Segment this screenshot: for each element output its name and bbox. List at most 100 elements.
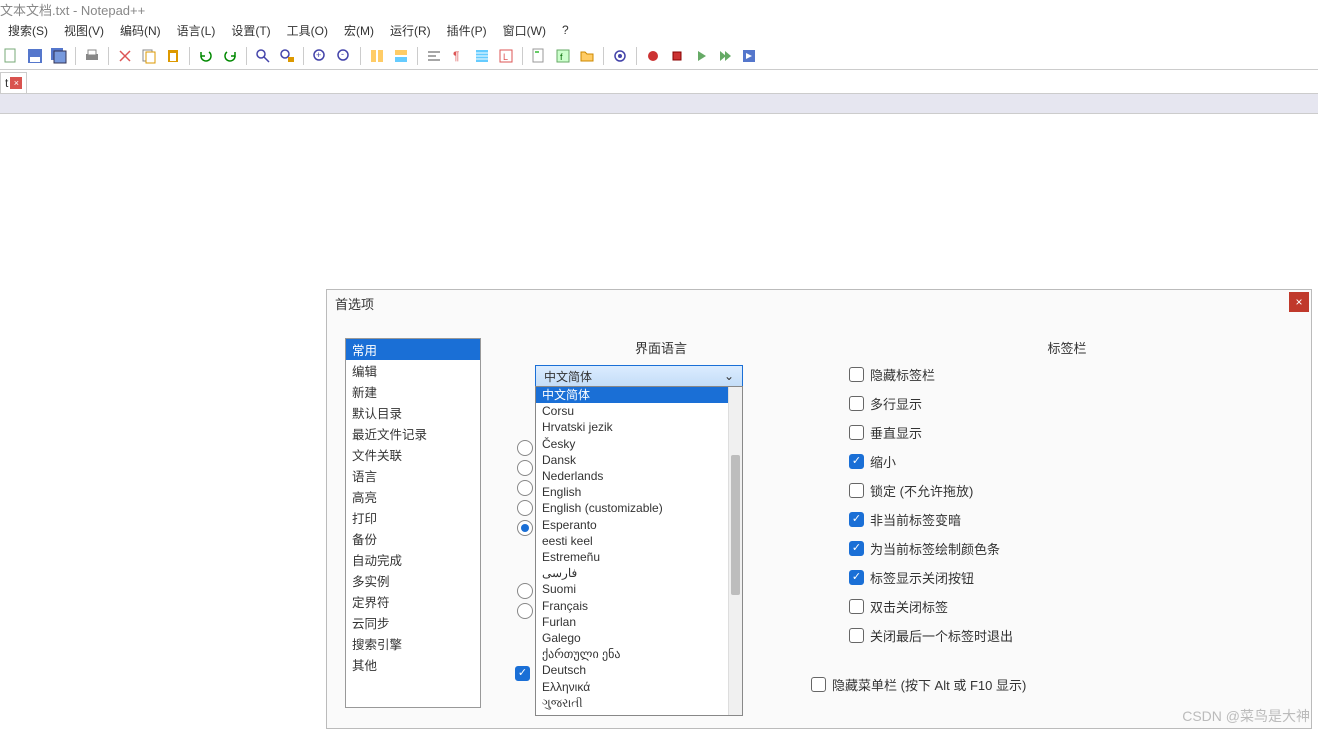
category-item[interactable]: 默认目录 (346, 402, 480, 423)
menu-window[interactable]: 窗口(W) (495, 20, 554, 41)
tabbar-option-checkbox[interactable] (849, 396, 864, 411)
toolbar-radio[interactable] (517, 460, 533, 476)
tabbar-option-checkbox[interactable] (849, 599, 864, 614)
stop-record-icon[interactable] (666, 45, 688, 67)
tabbar-option-checkbox[interactable] (849, 570, 864, 585)
category-item[interactable]: 最近文件记录 (346, 423, 480, 444)
scroll-thumb[interactable] (731, 455, 740, 595)
language-option[interactable]: 中文简体 (536, 387, 742, 403)
menu-encoding[interactable]: 编码(N) (112, 20, 169, 41)
play-icon[interactable] (690, 45, 712, 67)
close-icon[interactable]: × (1289, 292, 1309, 312)
language-option[interactable]: ગુજરાતી (536, 695, 742, 711)
sync-h-icon[interactable] (390, 45, 412, 67)
category-item[interactable]: 搜索引擎 (346, 633, 480, 654)
new-icon[interactable] (0, 45, 22, 67)
menu-settings[interactable]: 设置(T) (223, 20, 278, 41)
save-icon[interactable] (24, 45, 46, 67)
category-item[interactable]: 语言 (346, 465, 480, 486)
category-item[interactable]: 其他 (346, 654, 480, 675)
zoom-in-icon[interactable]: + (309, 45, 331, 67)
language-option[interactable]: Corsu (536, 403, 742, 419)
toolbar-radio[interactable] (517, 500, 533, 516)
save-all-icon[interactable] (48, 45, 70, 67)
language-option[interactable]: English (customizable) (536, 500, 742, 516)
category-item[interactable]: 定界符 (346, 591, 480, 612)
show-status-checkbox[interactable] (515, 666, 530, 681)
language-option[interactable]: Français (536, 598, 742, 614)
language-option[interactable]: Ελληνικά (536, 679, 742, 695)
category-item[interactable]: 云同步 (346, 612, 480, 633)
tabbar-option-checkbox[interactable] (849, 512, 864, 527)
tabbar-option-checkbox[interactable] (849, 425, 864, 440)
copy-icon[interactable] (138, 45, 160, 67)
category-item[interactable]: 常用 (346, 339, 480, 360)
language-option[interactable]: Furlan (536, 614, 742, 630)
dialog-title-bar[interactable]: 首选项 × (327, 290, 1311, 316)
tabbar-option-checkbox[interactable] (849, 367, 864, 382)
language-option[interactable]: فارسی (536, 565, 742, 581)
category-list[interactable]: 常用编辑新建默认目录最近文件记录文件关联语言高亮打印备份自动完成多实例定界符云同… (345, 338, 481, 708)
toolbar-radio[interactable] (517, 520, 533, 536)
find-icon[interactable] (252, 45, 274, 67)
toolbar-radio[interactable] (517, 480, 533, 496)
language-combobox[interactable]: 中文简体 ⌄ (535, 365, 743, 387)
menu-plugins[interactable]: 插件(P) (439, 20, 495, 41)
menu-search[interactable]: 搜索(S) (0, 20, 56, 41)
language-option[interactable]: Esperanto (536, 517, 742, 533)
paste-icon[interactable] (162, 45, 184, 67)
cut-icon[interactable] (114, 45, 136, 67)
menu-macro[interactable]: 宏(M) (336, 20, 382, 41)
zoom-out-icon[interactable]: - (333, 45, 355, 67)
hide-menubar-checkbox[interactable] (811, 677, 826, 692)
undo-icon[interactable] (195, 45, 217, 67)
tabbar-option-checkbox[interactable] (849, 541, 864, 556)
language-option[interactable]: Estremeñu (536, 549, 742, 565)
func-list-icon[interactable]: f (552, 45, 574, 67)
language-option[interactable]: Deutsch (536, 662, 742, 678)
folder-icon[interactable] (576, 45, 598, 67)
menu-tools[interactable]: 工具(O) (279, 20, 336, 41)
category-item[interactable]: 编辑 (346, 360, 480, 381)
show-all-icon[interactable]: ¶ (447, 45, 469, 67)
menu-run[interactable]: 运行(R) (382, 20, 439, 41)
language-option[interactable]: Galego (536, 630, 742, 646)
category-item[interactable]: 新建 (346, 381, 480, 402)
category-item[interactable]: 高亮 (346, 486, 480, 507)
save-macro-icon[interactable] (738, 45, 760, 67)
menu-language[interactable]: 语言(L) (169, 20, 224, 41)
scrollbar[interactable] (728, 387, 742, 715)
record-icon[interactable] (642, 45, 664, 67)
category-item[interactable]: 备份 (346, 528, 480, 549)
language-option[interactable]: English (536, 484, 742, 500)
toolbar-radio[interactable] (517, 583, 533, 599)
language-option[interactable]: Česky (536, 436, 742, 452)
play-multi-icon[interactable] (714, 45, 736, 67)
toolbar-radio[interactable] (517, 603, 533, 619)
language-option[interactable]: Suomi (536, 581, 742, 597)
tabbar-option-checkbox[interactable] (849, 628, 864, 643)
user-lang-icon[interactable]: L (495, 45, 517, 67)
category-item[interactable]: 多实例 (346, 570, 480, 591)
replace-icon[interactable] (276, 45, 298, 67)
close-icon[interactable]: × (10, 77, 22, 89)
indent-guide-icon[interactable] (471, 45, 493, 67)
category-item[interactable]: 自动完成 (346, 549, 480, 570)
language-option[interactable]: עברית (536, 711, 742, 715)
language-option[interactable]: Dansk (536, 452, 742, 468)
menu-view[interactable]: 视图(V) (56, 20, 112, 41)
language-option[interactable]: Nederlands (536, 468, 742, 484)
doc-map-icon[interactable] (528, 45, 550, 67)
sync-v-icon[interactable] (366, 45, 388, 67)
tabbar-option-checkbox[interactable] (849, 454, 864, 469)
toolbar-radio[interactable] (517, 440, 533, 456)
monitor-icon[interactable] (609, 45, 631, 67)
redo-icon[interactable] (219, 45, 241, 67)
language-dropdown[interactable]: 中文简体CorsuHrvatski jezikČeskyDanskNederla… (535, 386, 743, 716)
language-option[interactable]: Hrvatski jezik (536, 419, 742, 435)
language-option[interactable]: eesti keel (536, 533, 742, 549)
print-icon[interactable] (81, 45, 103, 67)
menu-help[interactable]: ? (554, 21, 577, 39)
category-item[interactable]: 文件关联 (346, 444, 480, 465)
category-item[interactable]: 打印 (346, 507, 480, 528)
